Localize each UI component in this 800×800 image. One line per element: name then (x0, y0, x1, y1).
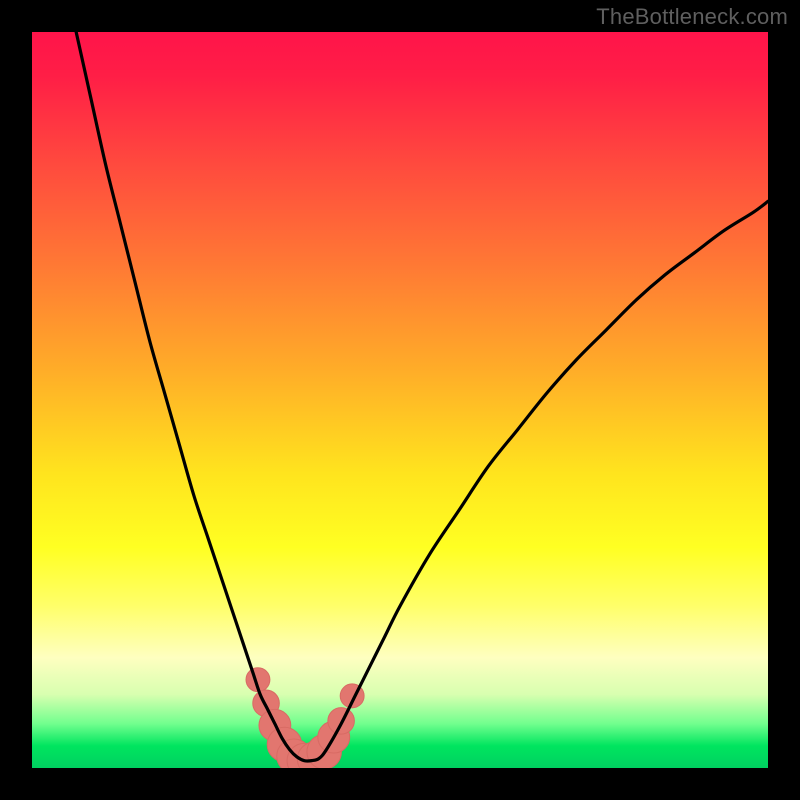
chart-frame: TheBottleneck.com (0, 0, 800, 800)
watermark-text: TheBottleneck.com (596, 4, 788, 30)
bottleneck-curve (76, 32, 768, 761)
chart-svg-layer (32, 32, 768, 768)
highlight-markers (246, 668, 364, 768)
